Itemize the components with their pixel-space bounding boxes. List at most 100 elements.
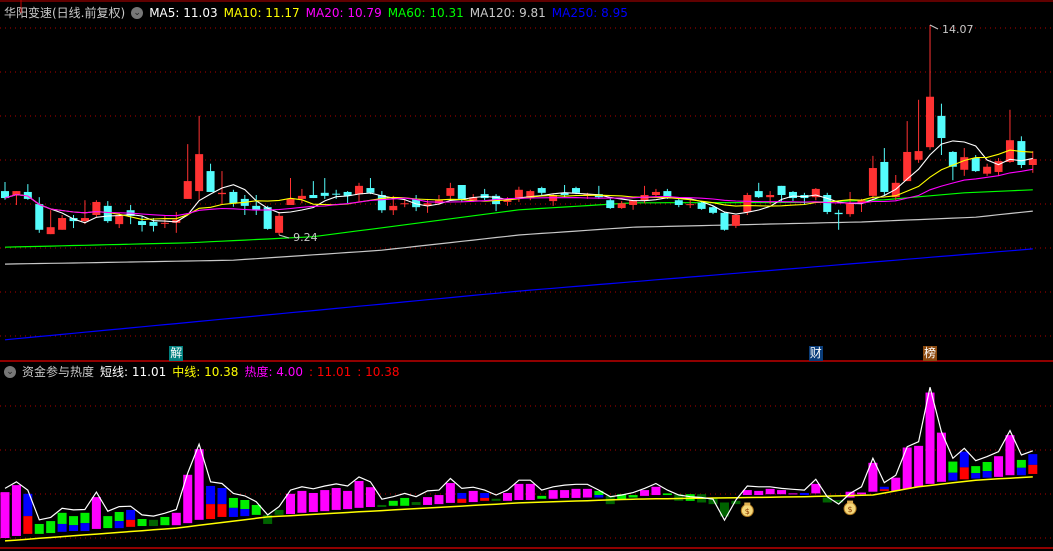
- candle-body: [446, 188, 455, 196]
- heat-bar-segment: [491, 498, 501, 501]
- candle-body: [297, 195, 306, 199]
- ma5-label: MA5: 11.03: [149, 5, 218, 20]
- heat-bar-segment: [251, 504, 261, 515]
- heat-bar-segment: [80, 523, 90, 531]
- money-bag-icon-symbol: $: [848, 505, 853, 514]
- candle-body: [868, 168, 877, 196]
- candle-body: [46, 227, 55, 235]
- heat-bar-segment: [754, 490, 764, 496]
- heat-bar-segment: [80, 512, 90, 524]
- candle-body: [320, 192, 329, 196]
- candle-body: [834, 212, 843, 215]
- candle-body: [697, 202, 706, 209]
- event-badge-jie[interactable]: 解: [169, 346, 184, 361]
- heat-bar-segment: [400, 497, 410, 506]
- heat-bar-segment: [91, 497, 101, 529]
- chevron-down-icon[interactable]: ⌄: [4, 365, 16, 378]
- heat-bar-segment: [891, 477, 901, 491]
- candle-body: [686, 204, 695, 206]
- heat-bar-segment: [388, 500, 398, 506]
- indicator-header: ⌄ 资金参与热度 短线: 11.01 中线: 10.38 热度: 4.00 : …: [4, 363, 405, 380]
- indicator-title: 资金参与热度: [22, 365, 95, 379]
- heat-bar-segment: [365, 487, 375, 508]
- candle-body: [160, 222, 169, 224]
- heat-bar-segment: [23, 516, 33, 534]
- heat-bar-segment: [286, 493, 295, 515]
- heat-bar-segment: [0, 492, 10, 539]
- main-chart-header: 华阳变速(日线.前复权) ⌄ MA5: 11.03 MA10: 11.17 MA…: [4, 4, 634, 21]
- event-badge-bang[interactable]: 榜: [923, 346, 938, 361]
- heat-bar-segment: [948, 472, 958, 481]
- heat-bar-segment: [742, 490, 752, 496]
- chevron-down-icon[interactable]: ⌄: [131, 6, 144, 19]
- candle-body: [914, 151, 923, 160]
- heat-bar-segment: [160, 516, 170, 526]
- heat-bar-segment: [377, 504, 387, 508]
- heat-bar-segment: [514, 483, 524, 500]
- heat-label: 热度: 4.00: [244, 365, 304, 379]
- candle-body: [880, 161, 889, 192]
- candle-body: [983, 166, 992, 174]
- heat-bar-segment: [69, 525, 79, 531]
- heat-bar-segment: [662, 493, 672, 496]
- heat-bar-segment: [206, 504, 216, 520]
- heat-bar-segment: [457, 498, 467, 503]
- heat-bar-segment: [171, 512, 181, 526]
- heat-bar-segment: [788, 493, 798, 495]
- heat-bar-segment: [445, 483, 455, 503]
- heat-bar-segment: [320, 490, 330, 512]
- candle-body: [457, 185, 466, 199]
- extra-value-2: : 10.38: [357, 364, 400, 379]
- heat-bar-segment: [548, 490, 558, 499]
- candle-body: [389, 205, 398, 211]
- heat-bar-segment: [57, 512, 67, 524]
- chart-canvas[interactable]: $ $: [0, 0, 1053, 551]
- heat-bar-segment: [57, 523, 67, 532]
- heat-bar-segment: [571, 488, 581, 498]
- heat-bar-segment: [217, 504, 227, 517]
- money-bag-icon-neck: [744, 502, 751, 506]
- event-badge-cai[interactable]: 财: [808, 346, 823, 361]
- heat-bar-segment: [148, 519, 158, 527]
- ma60-label: MA60: 10.31: [387, 5, 464, 20]
- heat-bar-segment: [582, 488, 592, 498]
- ma250-line: [4, 248, 1033, 341]
- heat-bar-segment: [948, 461, 958, 473]
- candle-body: [206, 171, 215, 192]
- money-bag-icon-symbol: $: [745, 507, 750, 516]
- candle-body: [971, 158, 980, 172]
- heat-bar-segment: [1028, 454, 1038, 465]
- heat-bar-segment: [502, 492, 512, 501]
- heat-bar-segment: [971, 473, 981, 479]
- heat-bar-segment: [480, 492, 490, 498]
- heat-bar-segment: [731, 500, 741, 505]
- candle-body: [720, 212, 729, 230]
- chart-title: 华阳变速(日线.前复权): [4, 6, 126, 20]
- candle-body: [58, 218, 67, 230]
- heat-bar-segment: [959, 451, 969, 468]
- candle-body: [195, 154, 204, 192]
- heat-bar-segment: [423, 497, 433, 505]
- heat-bar-segment: [799, 492, 809, 496]
- heat-bar-segment: [354, 480, 364, 508]
- ma10-line: [4, 149, 1033, 220]
- candle-body: [651, 191, 660, 195]
- high-price-label: 14.07: [942, 23, 974, 36]
- heat-bar-segment: [651, 486, 661, 496]
- heat-bar-segment: [560, 490, 570, 498]
- heat-bar-segment: [640, 490, 650, 496]
- heat-bar-segment: [971, 466, 981, 474]
- heat-bar-segment: [480, 497, 490, 501]
- mid-line-label: 中线: 10.38: [172, 365, 239, 379]
- candle-body: [138, 221, 147, 225]
- candle-body: [332, 193, 341, 195]
- short-line: [4, 387, 1034, 522]
- candle-body: [572, 188, 580, 193]
- heat-bar-segment: [206, 485, 216, 505]
- candle-body: [537, 188, 546, 193]
- candle-body: [355, 185, 364, 195]
- candle-body: [1028, 158, 1037, 165]
- candle-body: [743, 195, 752, 212]
- heat-bar-segment: [228, 507, 238, 517]
- heat-bar-segment: [1016, 459, 1026, 468]
